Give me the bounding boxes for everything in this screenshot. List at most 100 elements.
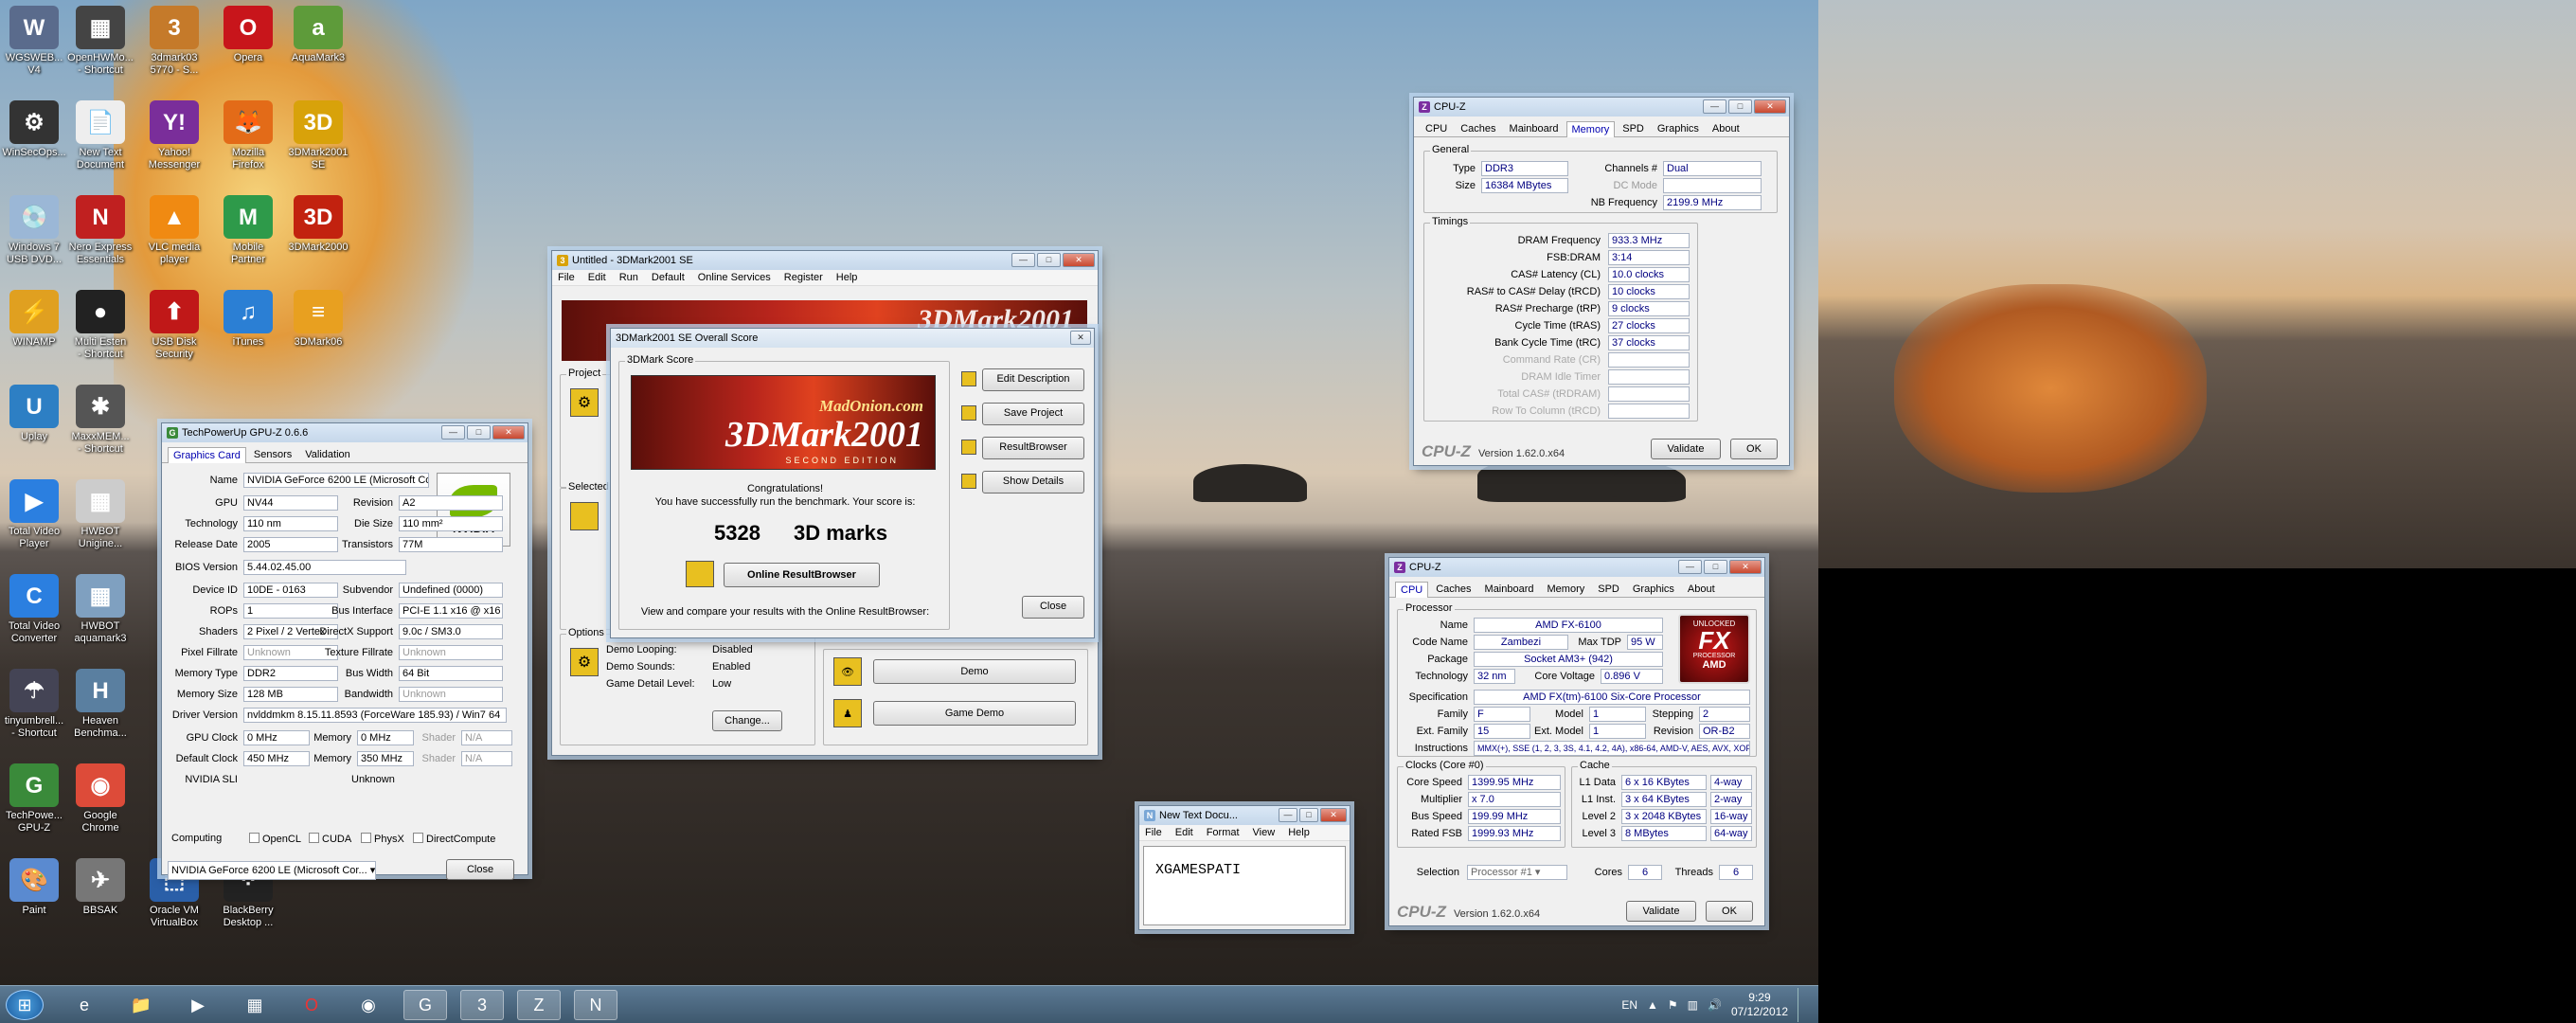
save-project-button[interactable]: Save Project — [982, 403, 1084, 425]
menu-item-file[interactable]: File — [1145, 827, 1162, 838]
notepad-text-area[interactable]: XGAMESPATI — [1143, 846, 1346, 925]
tab-graphics-card[interactable]: Graphics Card — [168, 447, 246, 463]
tab-memory[interactable]: Memory — [1565, 121, 1616, 137]
menu-item-run[interactable]: Run — [619, 272, 638, 283]
desktop-icon[interactable]: ▲ VLC media player — [136, 195, 212, 266]
media-taskbar-icon[interactable]: ▶ — [176, 990, 220, 1020]
desktop-icon[interactable]: H Heaven Benchma... — [63, 669, 138, 740]
maximize-icon[interactable]: □ — [1704, 560, 1727, 574]
tab-caches[interactable]: Caches — [1455, 120, 1501, 136]
opencl-checkbox[interactable]: OpenCL — [249, 833, 301, 845]
tab-graphics[interactable]: Graphics — [1627, 581, 1680, 597]
game-demo-button[interactable]: Game Demo — [873, 701, 1076, 726]
desktop-icon[interactable]: 3 3dmark03 5770 - S... — [136, 6, 212, 77]
desktop-icon[interactable]: ▦ HWBOT Unigine... — [63, 479, 138, 550]
chrome-taskbar-icon[interactable]: ◉ — [347, 990, 390, 1020]
ok-button[interactable]: OK — [1706, 901, 1753, 922]
desktop-icon[interactable]: 🎨 Paint — [0, 858, 72, 917]
minimize-icon[interactable]: — — [1011, 253, 1035, 267]
desktop-icon[interactable]: ▦ OpenHWMo... - Shortcut — [63, 6, 138, 77]
ok-button[interactable]: OK — [1730, 439, 1778, 459]
tab-sensors[interactable]: Sensors — [248, 446, 297, 462]
menu-item-edit[interactable]: Edit — [588, 272, 606, 283]
minimize-icon[interactable]: — — [441, 425, 465, 440]
explorer-taskbar-icon[interactable]: 📁 — [119, 990, 163, 1020]
openhw-taskbar-icon[interactable]: ▦ — [233, 990, 277, 1020]
volume-icon[interactable]: 🔊 — [1708, 998, 1722, 1012]
desktop-icon[interactable]: 3D 3DMark2001 SE — [280, 100, 356, 171]
ie-taskbar-icon[interactable]: e — [63, 990, 106, 1020]
tab-about[interactable]: About — [1682, 581, 1721, 597]
language-indicator[interactable]: EN — [1621, 998, 1637, 1012]
tab-memory[interactable]: Memory — [1542, 581, 1591, 597]
tab-validation[interactable]: Validation — [299, 446, 356, 462]
tab-about[interactable]: About — [1707, 120, 1745, 136]
score-dialog[interactable]: 3DMark2001 SE Overall Score ✕ 3DMark Sco… — [610, 328, 1095, 638]
desktop-icon[interactable]: G TechPowe... GPU-Z — [0, 763, 72, 835]
desktop-icon[interactable]: a AquaMark3 — [280, 6, 356, 64]
notepad-titlebar[interactable]: N New Text Docu... — □ ✕ — [1139, 806, 1350, 825]
menu-item-help[interactable]: Help — [836, 272, 858, 283]
desktop-icon[interactable]: ▶ Total Video Player — [0, 479, 72, 550]
project-icon[interactable]: ⚙ — [570, 388, 599, 417]
gpuz-window[interactable]: G TechPowerUp GPU-Z 0.6.6 — □ ✕ Graphics C… — [161, 422, 528, 880]
tray-arrow-icon[interactable]: ▲ — [1647, 998, 1658, 1012]
desktop-icon[interactable]: ♫ iTunes — [210, 290, 286, 349]
tab-graphics[interactable]: Graphics — [1652, 120, 1705, 136]
resultbrowser-button[interactable]: ResultBrowser — [982, 437, 1084, 459]
gpuz-titlebar[interactable]: G TechPowerUp GPU-Z 0.6.6 — □ ✕ — [162, 423, 528, 442]
cpuz-cpu-titlebar[interactable]: Z CPU-Z — □ ✕ — [1389, 558, 1764, 577]
notepad-taskbar-icon[interactable]: N — [574, 990, 617, 1020]
selected-tests-icon[interactable] — [570, 502, 599, 530]
tab-cpu[interactable]: CPU — [1395, 582, 1429, 598]
desktop-icon[interactable]: ≡ 3DMark06 — [280, 290, 356, 349]
desktop-icon[interactable]: ✱ MaxxMEM... - Shortcut — [63, 385, 138, 456]
close-icon[interactable]: ✕ — [1070, 331, 1091, 345]
desktop-icon[interactable]: ▦ HWBOT aquamark3 — [63, 574, 138, 645]
desktop-icon[interactable]: ● Multi Esten - Shortcut — [63, 290, 138, 361]
desktop-icon[interactable]: O Opera — [210, 6, 286, 64]
gpuz-taskbar-icon[interactable]: G — [403, 990, 447, 1020]
score-close-button[interactable]: Close — [1022, 596, 1084, 619]
start-button[interactable]: ⊞ — [6, 990, 44, 1020]
maximize-icon[interactable]: □ — [467, 425, 491, 440]
clock[interactable]: 9:29 07/12/2012 — [1731, 991, 1788, 1019]
menu-item-register[interactable]: Register — [784, 272, 823, 283]
menu-item-view[interactable]: View — [1253, 827, 1276, 838]
desktop-icon[interactable]: M Mobile Partner — [210, 195, 286, 266]
options-icon[interactable]: ⚙ — [570, 648, 599, 676]
tab-mainboard[interactable]: Mainboard — [1504, 120, 1565, 136]
close-icon[interactable]: ✕ — [492, 425, 525, 440]
show-details-button[interactable]: Show Details — [982, 471, 1084, 494]
desktop-icon[interactable]: ⚡ WINAMP — [0, 290, 72, 349]
score-titlebar[interactable]: 3DMark2001 SE Overall Score ✕ — [611, 329, 1094, 348]
menu-item-online-services[interactable]: Online Services — [698, 272, 771, 283]
cpuz-cpu-window[interactable]: Z CPU-Z — □ ✕ CPU Caches Mainboard Memory SPD G… — [1388, 557, 1765, 926]
desktop-icon[interactable]: 📄 New Text Document — [63, 100, 138, 171]
cpuz-taskbar-icon[interactable]: Z — [517, 990, 561, 1020]
desktop-icon[interactable]: N Nero Express Essentials — [63, 195, 138, 266]
menu-item-edit[interactable]: Edit — [1175, 827, 1193, 838]
close-icon[interactable]: ✕ — [1754, 99, 1786, 114]
maximize-icon[interactable]: □ — [1728, 99, 1752, 114]
notepad-window[interactable]: N New Text Docu... — □ ✕ File Edit Format Vie… — [1138, 805, 1351, 930]
show-desktop-button[interactable] — [1798, 988, 1809, 1022]
maximize-icon[interactable]: □ — [1037, 253, 1061, 267]
validate-button[interactable]: Validate — [1651, 439, 1721, 459]
physx-checkbox[interactable]: PhysX — [361, 833, 404, 845]
menu-item-default[interactable]: Default — [652, 272, 685, 283]
desktop-icon[interactable]: 💿 Windows 7 USB DVD... — [0, 195, 72, 266]
desktop-icon[interactable]: ✈ BBSAK — [63, 858, 138, 917]
change-options-button[interactable]: Change... — [712, 710, 782, 731]
close-icon[interactable]: ✕ — [1320, 808, 1347, 822]
gpu-select[interactable]: NVIDIA GeForce 6200 LE (Microsoft Cor...… — [168, 861, 376, 880]
cuda-checkbox[interactable]: CUDA — [309, 833, 351, 845]
3dmark-titlebar[interactable]: 3 Untitled - 3DMark2001 SE — □ ✕ — [552, 251, 1098, 270]
opera-taskbar-icon[interactable]: O — [290, 990, 333, 1020]
directcompute-checkbox[interactable]: DirectCompute — [413, 833, 495, 845]
tab-spd[interactable]: SPD — [1617, 120, 1650, 136]
minimize-icon[interactable]: — — [1678, 560, 1702, 574]
minimize-icon[interactable]: — — [1279, 808, 1297, 822]
desktop-icon[interactable]: 3D 3DMark2000 — [280, 195, 356, 254]
cpuz-mem-titlebar[interactable]: Z CPU-Z — □ ✕ — [1414, 98, 1789, 117]
